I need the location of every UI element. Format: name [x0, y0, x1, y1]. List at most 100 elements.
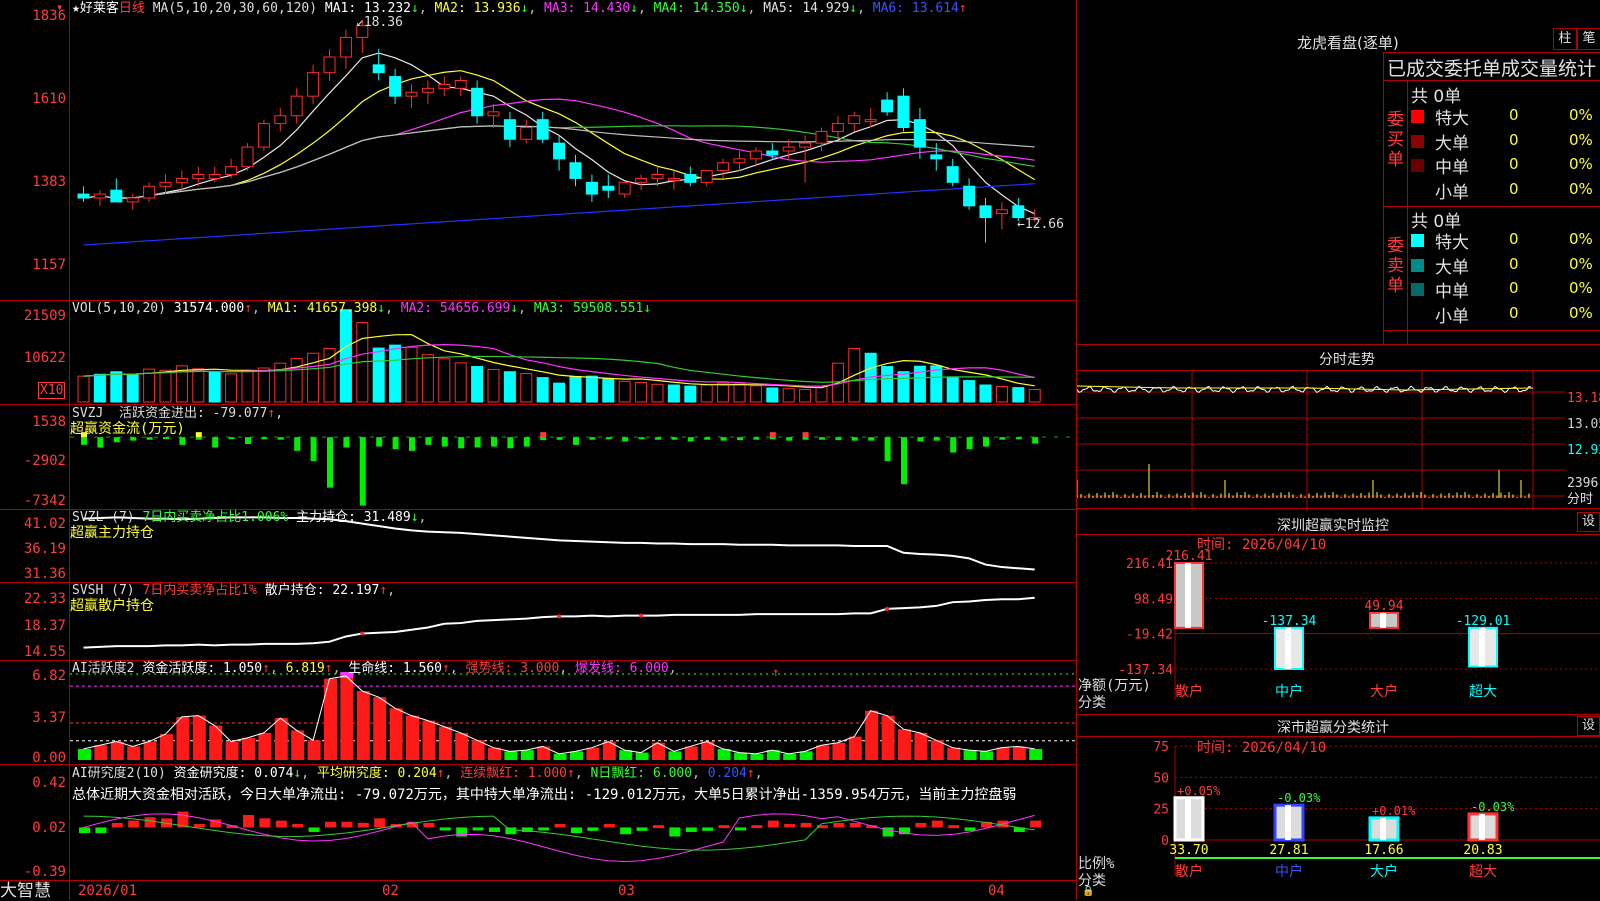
trend-arrow: ↓ [520, 1, 529, 16]
candle [667, 177, 680, 181]
svsh-sub: 超赢散户持仓 [70, 598, 154, 614]
candle [749, 150, 762, 160]
fund-flow-bar [556, 437, 563, 440]
candle [569, 162, 582, 179]
divider [1077, 344, 1600, 345]
order-pct: 0% [1569, 106, 1593, 124]
candle [487, 111, 500, 117]
intraday-title: 分时走势 [1319, 352, 1375, 368]
fund-flow-bar [737, 437, 743, 441]
axis-label: 0 [1161, 834, 1169, 849]
activity-bar [504, 751, 518, 760]
fund-flow-bar [343, 437, 350, 448]
activity-bar [832, 742, 846, 760]
volume-bar [684, 385, 697, 403]
fund-flow-bar [704, 437, 711, 440]
order-pct: 0% [1569, 303, 1593, 322]
fund-flow-bar [983, 437, 989, 447]
fund-flow-bar [638, 437, 645, 440]
candle [815, 130, 828, 144]
axis-label: -19.42 [1126, 628, 1173, 643]
research-bar [702, 827, 714, 831]
activity-bar [734, 752, 747, 760]
fund-flow-bar [753, 437, 760, 440]
fund-flow-bar [671, 437, 678, 440]
activity-bar [192, 715, 206, 760]
volume-bar [520, 373, 533, 403]
fund-flow-bar [786, 437, 793, 441]
color-swatch [1411, 258, 1424, 272]
order-count: 0 [1509, 179, 1519, 198]
fund-flow-bar [769, 437, 776, 440]
axis-label: 1383 [32, 174, 66, 190]
fund-flow-bar [146, 437, 153, 440]
classify-settings-button[interactable]: 设 [1577, 716, 1600, 736]
retail-marker [639, 613, 644, 618]
axis-label: 6.82 [32, 668, 66, 684]
monitor-settings-button[interactable]: 设 [1577, 512, 1600, 532]
period-label[interactable]: 日线 [119, 1, 145, 16]
candle [536, 119, 549, 140]
order-pct: 0% [1569, 279, 1593, 297]
chart-area[interactable]: ↑ ★好莱客日线 MA(5,10,20,30,60,120) MA1: 13.2… [0, 0, 1094, 900]
activity-bar [143, 741, 157, 760]
candle [192, 174, 205, 179]
axis-label: 1538 [32, 414, 66, 430]
fund-flow-bar [376, 437, 383, 447]
axis-label: 50 [1153, 771, 1169, 786]
volume-bar [389, 344, 402, 403]
candle [339, 36, 352, 58]
fund-flow-bar [228, 437, 235, 440]
activity-bar [947, 747, 961, 760]
bar-highlight [1380, 612, 1386, 628]
axis-label: 36.19 [23, 541, 66, 557]
activity-bar [225, 741, 239, 760]
activity-bar [1012, 746, 1026, 760]
activity-bar [996, 747, 1010, 760]
classify-chart[interactable]: 75 50 25 0 +0.05% 33.70 散户 -0.03% 27.81 中户 +0.01% 1… [1077, 736, 1600, 900]
activity-bar [1029, 748, 1043, 760]
research-bar [1030, 820, 1042, 828]
volume-bar [602, 377, 615, 403]
fund-flow-bar [474, 437, 481, 448]
ma-line [83, 183, 1035, 246]
bar-change-label: -0.03% [1277, 791, 1321, 805]
fund-flow-bar [1015, 437, 1022, 440]
monitor-chart[interactable]: 216.4198.49-19.42-137.34216.41散户-137.34中… [1077, 535, 1600, 715]
activity-bar [94, 745, 108, 760]
research-bar [193, 824, 205, 828]
fund-flow-bar [769, 432, 776, 438]
bar-highlight [1285, 627, 1291, 669]
fund-flow-bar [113, 437, 120, 443]
order-count: 0 [1509, 279, 1519, 297]
volume-bar [881, 366, 894, 403]
high-note: ↙18.36 [356, 15, 403, 30]
axis-label: 0.02 [32, 820, 66, 836]
star-icon[interactable]: ★ [72, 1, 80, 16]
chart-plot[interactable]: ↑ [0, 0, 1077, 900]
volume-bar [192, 368, 205, 403]
tab-tick[interactable]: 笔 [1577, 28, 1600, 50]
axis-label: 18.37 [23, 618, 66, 634]
bar-change-label: +0.01% [1372, 804, 1416, 818]
research-bar [79, 827, 90, 834]
tab-bar[interactable]: 柱 [1553, 28, 1577, 50]
axis-label: 75 [1153, 740, 1169, 755]
candle [733, 158, 746, 164]
activity-bar [176, 716, 190, 760]
axis-label: 1157 [32, 257, 66, 273]
volume-bar [618, 380, 631, 403]
volume-bar [405, 346, 418, 403]
order-type-label: 特大 [1435, 109, 1469, 129]
volume-bar [766, 387, 779, 403]
candle [684, 174, 697, 183]
research-bar [669, 827, 681, 837]
vol-unit-badge[interactable]: X10 [38, 382, 66, 399]
activity-bar [586, 747, 600, 760]
candle [946, 166, 959, 183]
intraday-plot[interactable] [1077, 370, 1600, 510]
order-pct: 0% [1569, 179, 1593, 198]
research-bar [587, 827, 599, 831]
svzj-sub: 超赢资金流(万元) [70, 421, 185, 437]
activity-bar [373, 697, 387, 760]
